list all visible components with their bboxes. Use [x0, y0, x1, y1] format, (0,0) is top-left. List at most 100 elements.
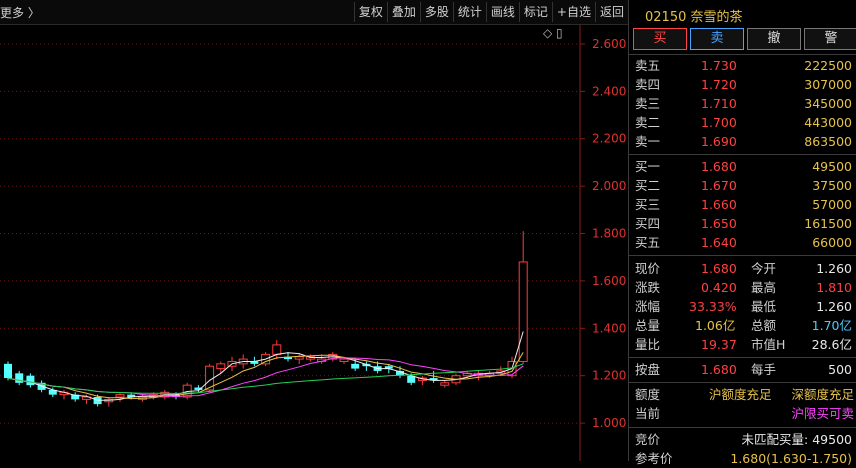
bid-price: 1.650	[701, 216, 737, 231]
overlay-button[interactable]: 叠加	[386, 2, 420, 22]
bid-row[interactable]: 买四 1.650 161500	[629, 214, 856, 233]
ask-row[interactable]: 卖四 1.720 307000	[629, 75, 856, 94]
bid-volume: 37500	[812, 178, 852, 193]
cancel-order-button[interactable]: 撤	[747, 28, 801, 50]
lot-size-label: 每手	[751, 362, 777, 377]
bid-volume: 57000	[812, 197, 852, 212]
change-percent: 33.33%	[689, 299, 737, 314]
candle-body	[272, 344, 282, 355]
bid-row[interactable]: 买五 1.640 66000	[629, 233, 856, 252]
ask-label: 卖三	[635, 96, 661, 111]
quote-label: 今开	[751, 261, 777, 276]
ask-volume: 222500	[804, 58, 852, 73]
y-tick-label: 1.000	[592, 416, 626, 430]
quote-label: 市值H	[751, 337, 786, 352]
y-tick-label: 1.400	[592, 321, 626, 335]
total-amount: 1.70亿	[811, 318, 852, 333]
candle-body	[294, 356, 304, 360]
divider	[629, 427, 856, 428]
sell-button[interactable]: 卖	[690, 28, 744, 50]
quote-label: 最高	[751, 280, 777, 295]
market-cap: 28.6亿	[811, 337, 852, 352]
ask-row[interactable]: 卖一 1.690 863500	[629, 132, 856, 151]
bid-row[interactable]: 买二 1.670 37500	[629, 176, 856, 195]
buy-button[interactable]: 买	[633, 28, 687, 50]
unmatched-volume: 未匹配买量: 49500	[741, 432, 852, 447]
total-volume: 1.06亿	[695, 318, 736, 333]
ref-price-value: 1.680(1.630-1.750)	[730, 451, 852, 466]
quote-panel: 02150 奈雪的茶 买 卖 撤 警 卖五 1.730 222500 卖四 1.720…	[629, 0, 856, 466]
bid-label: 买三	[635, 197, 661, 212]
trade-buttons: 买 卖 撤 警	[633, 28, 856, 50]
divider	[629, 54, 856, 55]
quote-label: 涨跌	[635, 280, 661, 295]
ref-price-row: 参考价 1.680(1.630-1.750)	[629, 449, 856, 468]
candle-body	[339, 358, 349, 362]
ask-volume: 307000	[804, 77, 852, 92]
y-tick-label: 2.200	[592, 132, 626, 146]
candle-body	[216, 363, 226, 370]
bid-label: 买四	[635, 216, 661, 231]
more-button[interactable]: 更多 〉	[0, 4, 40, 21]
alert-button[interactable]: 警	[804, 28, 856, 50]
ask-volume: 863500	[804, 134, 852, 149]
ask-price: 1.710	[701, 96, 737, 111]
ask-price: 1.690	[701, 134, 737, 149]
add-watchlist-button[interactable]: +自选	[551, 2, 595, 22]
bid-row[interactable]: 买三 1.660 57000	[629, 195, 856, 214]
quote-label: 涨幅	[635, 299, 661, 314]
current-price: 1.680	[701, 261, 737, 276]
quote-label: 总量	[635, 318, 661, 333]
mark-button[interactable]: 标记	[518, 2, 552, 22]
chart-settings-icon[interactable]: ◇ ▯	[543, 26, 563, 40]
ask-label: 卖五	[635, 58, 661, 73]
candle-body	[26, 375, 35, 386]
divider	[629, 382, 856, 383]
closing-price: 1.680	[701, 362, 737, 377]
ref-price-label: 参考价	[635, 451, 673, 466]
quote-row: 总量 1.06亿 总额 1.70亿	[629, 316, 856, 335]
back-button[interactable]: 返回	[594, 2, 628, 22]
y-tick-label: 2.600	[592, 37, 626, 51]
lot-size: 500	[828, 362, 852, 377]
kline-chart[interactable]: 2.600 2.400 2.200 2.000 1.800 1.600 1.400 1.200…	[0, 25, 628, 461]
candle-body	[518, 261, 528, 362]
draw-line-button[interactable]: 画线	[485, 2, 519, 22]
high-price: 1.810	[816, 280, 852, 295]
quote-row: 涨幅 33.33% 最低 1.260	[629, 297, 856, 316]
auction-row: 竞价 未匹配买量: 49500	[629, 430, 856, 449]
y-tick-label: 1.600	[592, 274, 626, 288]
divider	[629, 357, 856, 358]
candle-body	[115, 394, 125, 398]
y-tick-label: 1.800	[592, 227, 626, 241]
y-tick-label: 2.000	[592, 179, 626, 193]
sz-quota: 深额度充足	[791, 387, 854, 402]
sh-quota: 沪额度充足	[709, 387, 772, 402]
low-price: 1.260	[816, 299, 852, 314]
ask-price: 1.700	[701, 115, 737, 130]
ask-volume: 345000	[804, 96, 852, 111]
statistics-button[interactable]: 统计	[452, 2, 486, 22]
ask-row[interactable]: 卖五 1.730 222500	[629, 56, 856, 75]
bid-price: 1.680	[701, 159, 737, 174]
fuquan-button[interactable]: 复权	[353, 2, 387, 22]
ask-row[interactable]: 卖二 1.700 443000	[629, 113, 856, 132]
change-value: 0.420	[701, 280, 737, 295]
bid-row[interactable]: 买一 1.680 49500	[629, 157, 856, 176]
quote-label: 量比	[635, 337, 661, 352]
ask-row[interactable]: 卖三 1.710 345000	[629, 94, 856, 113]
current-label: 当前	[635, 406, 661, 421]
lot-label: 按盘	[635, 362, 661, 377]
multi-stock-button[interactable]: 多股	[419, 2, 453, 22]
stock-code: 02150	[645, 10, 687, 25]
quota-row: 额度 沪额度充足 深额度充足	[629, 385, 856, 404]
y-tick-label: 2.400	[592, 84, 626, 98]
candle-body	[4, 363, 12, 379]
quote-row: 涨跌 0.420 最高 1.810	[629, 278, 856, 297]
ask-label: 卖二	[635, 115, 661, 130]
stock-name: 奈雪的茶	[690, 10, 743, 25]
volume-ratio: 19.37	[701, 337, 737, 352]
current-status: 沪限买可卖	[791, 406, 854, 421]
divider	[629, 154, 856, 155]
quote-label: 最低	[751, 299, 777, 314]
